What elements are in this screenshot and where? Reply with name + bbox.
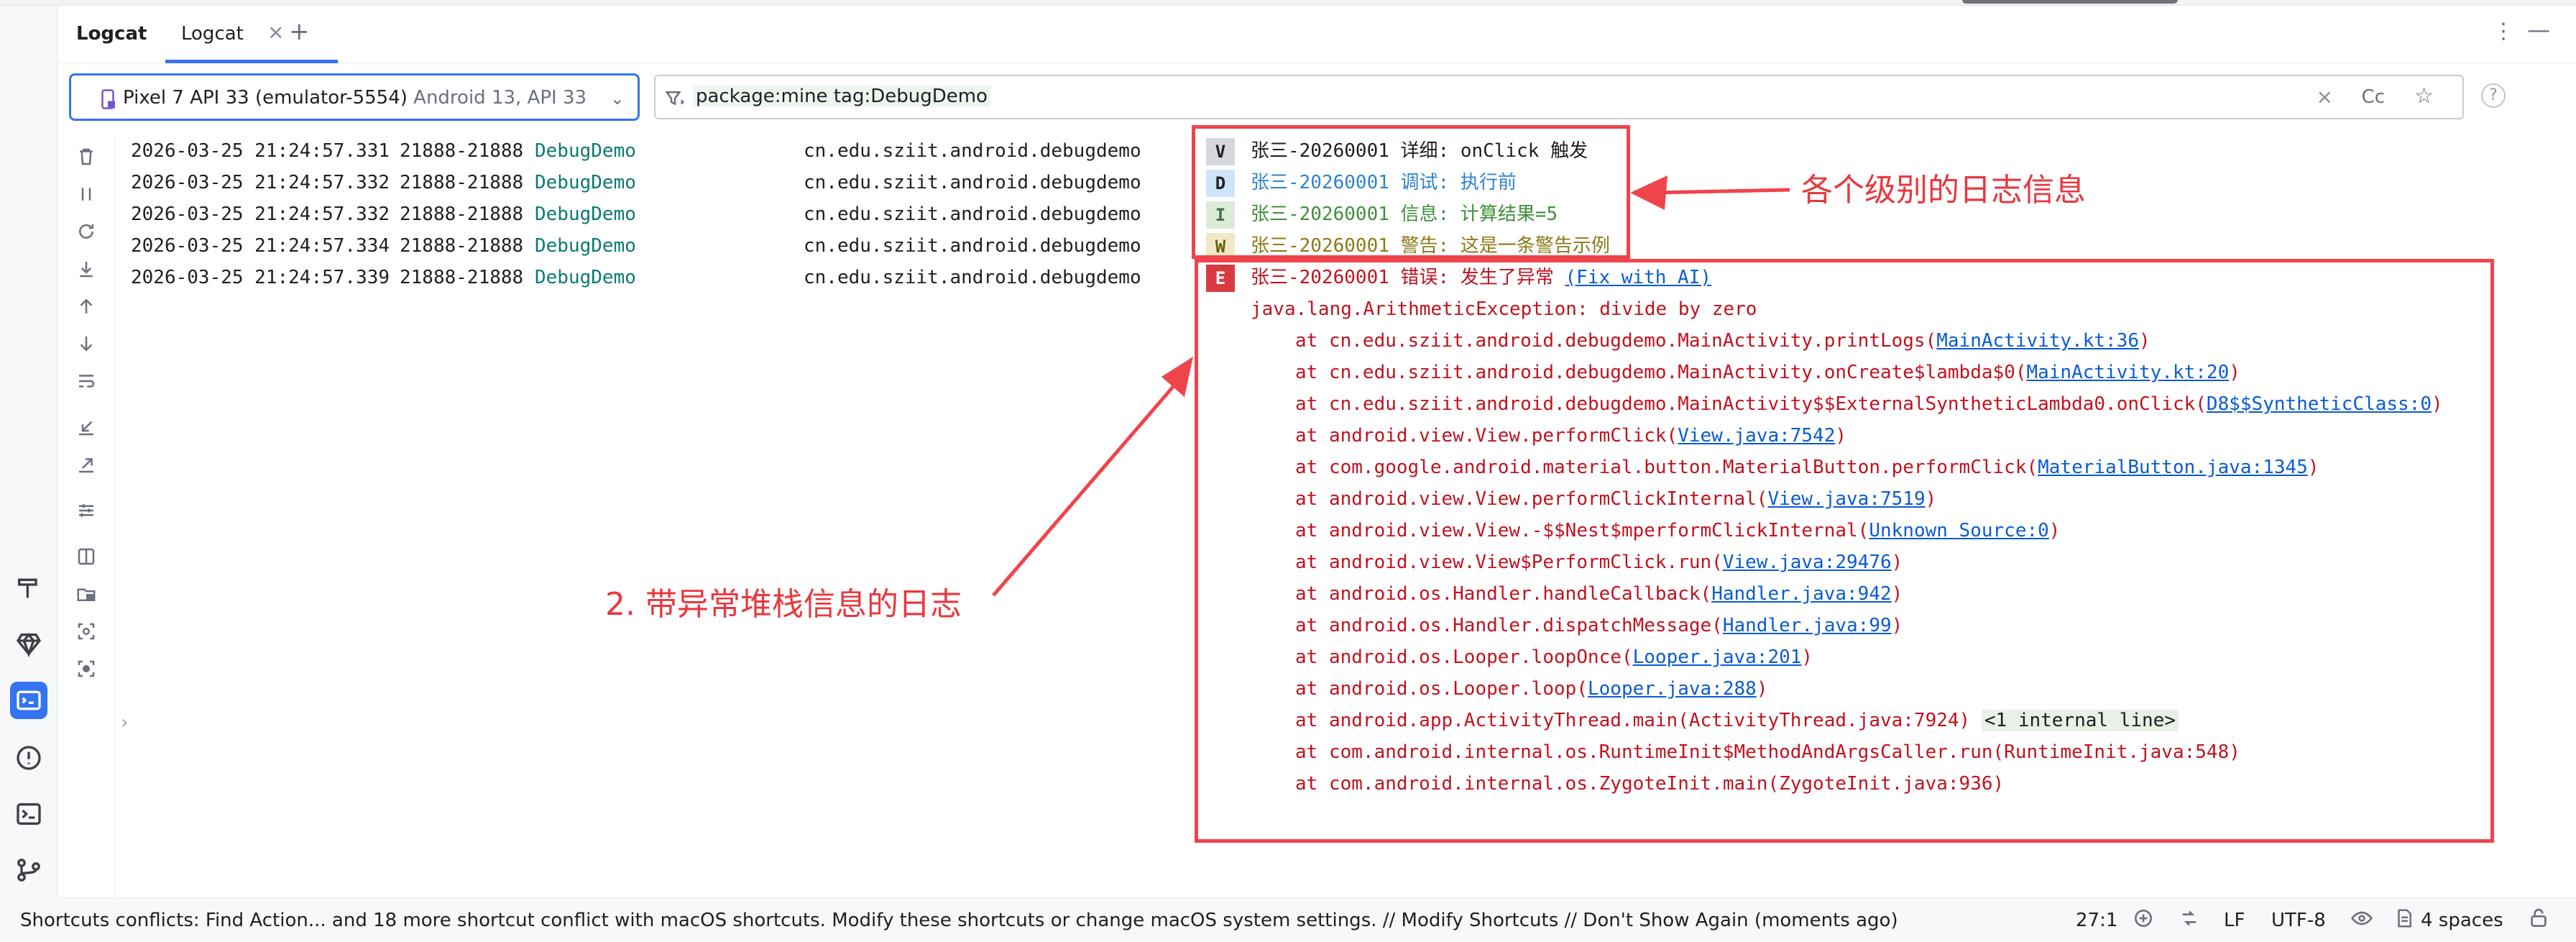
log-pid: 21888-21888 [400,140,524,162]
add-tab-icon[interactable]: + [289,17,310,46]
log-package: cn.edu.sziit.android.debugdemo [804,172,1141,193]
log-pid: 21888-21888 [400,235,524,257]
tab-logcat[interactable]: Logcat × [165,6,338,63]
log-timestamp: 2026-03-25 21:24:57.339 [131,267,390,288]
arrow-up-icon[interactable] [72,292,101,321]
chevron-down-icon: ⌄ [610,88,625,109]
phone-icon [101,89,115,109]
log-tag: DebugDemo [535,267,636,288]
log-tag: DebugDemo [535,172,636,193]
pause-icon[interactable] [72,180,101,209]
log-timestamp: 2026-03-25 21:24:57.331 [131,140,390,162]
more-options-icon[interactable]: ⋮ [2493,19,2514,44]
logcat-tool-icon[interactable] [10,682,47,719]
log-package: cn.edu.sziit.android.debugdemo [804,204,1141,225]
window-top-strip [0,0,2576,6]
match-case-toggle[interactable]: Cc [2362,86,2385,108]
log-pid: 21888-21888 [400,172,524,193]
logcat-filter-input[interactable]: package:mine tag:DebugDemo × Cc ☆ [654,75,2464,119]
line-separator[interactable]: LF [2224,910,2245,931]
log-pid: 21888-21888 [400,267,524,288]
export-icon[interactable] [72,450,101,479]
scroll-to-end-icon[interactable] [72,255,101,283]
caret-position[interactable]: 27:1 [2076,910,2117,931]
window-handle [1962,0,2178,4]
lock-icon[interactable] [2527,907,2550,935]
log-tag: DebugDemo [535,235,636,257]
minimize-icon[interactable]: — [2527,16,2550,43]
ide-tool-strip [0,6,58,897]
close-tab-icon[interactable]: × [267,20,284,44]
log-package: cn.edu.sziit.android.debugdemo [804,235,1141,257]
terminal-icon[interactable] [10,795,47,833]
soft-wrap-icon[interactable] [72,367,101,395]
build-tool-icon[interactable] [10,570,47,607]
log-tag: DebugDemo [535,140,636,162]
clear-filter-icon[interactable]: × [2317,85,2333,109]
filter-icon [665,91,685,106]
screen-record-icon[interactable] [72,654,101,683]
settings-sliders-icon[interactable] [72,496,101,525]
tab-label: Logcat [181,23,244,45]
import-icon[interactable] [72,413,101,442]
favorite-filter-icon[interactable]: ☆ [2414,83,2434,109]
logcat-toolbar [58,135,115,897]
log-pid: 21888-21888 [400,204,524,225]
restart-icon[interactable] [72,217,101,246]
log-package: cn.edu.sziit.android.debugdemo [804,267,1141,288]
git-icon[interactable] [10,851,47,889]
split-panels-icon[interactable] [72,542,101,571]
levels-highlight-box [1192,125,1630,259]
stacktrace-annotation: 2. 带异常堆栈信息的日志 [605,586,962,623]
log-timestamp: 2026-03-25 21:24:57.332 [131,204,390,225]
device-selector[interactable]: Pixel 7 API 33 (emulator-5554) Android 1… [69,73,640,121]
device-api: Android 13, API 33 [413,87,587,109]
clear-logcat-icon[interactable] [72,142,101,171]
gem-icon[interactable] [10,626,47,663]
help-icon[interactable]: ? [2481,83,2506,108]
status-bar: Shortcuts conflicts: Find Action... and … [0,897,2576,942]
toolwindow-title: Logcat [76,23,147,45]
file-encoding[interactable]: UTF-8 [2271,910,2326,931]
log-tag: DebugDemo [535,204,636,225]
ai-assistant-icon[interactable] [2132,907,2155,935]
log-timestamp: 2026-03-25 21:24:57.334 [131,235,390,257]
active-tab-indicator [165,60,338,63]
log-package: cn.edu.sziit.android.debugdemo [804,140,1141,162]
levels-annotation: 各个级别的日志信息 [1801,172,2086,209]
indent-setting[interactable]: 4 spaces [2421,910,2503,931]
stacktrace-highlight-box [1195,259,2494,843]
screenshot-icon[interactable] [72,617,101,646]
problems-icon[interactable] [10,739,47,777]
log-timestamp: 2026-03-25 21:24:57.332 [131,172,390,193]
readonly-eye-icon[interactable] [2350,907,2373,935]
folder-icon[interactable] [72,580,101,608]
logcat-title-bar: Logcat Logcat × + ⋮ — [58,6,2576,63]
status-message[interactable]: Shortcuts conflicts: Find Action... and … [20,910,1898,931]
indent-file-icon [2393,907,2415,935]
filter-query-text: package:mine tag:DebugDemo [693,86,990,107]
device-name: Pixel 7 API 33 (emulator-5554) [123,87,408,109]
vcs-changes-icon[interactable] [2178,907,2201,935]
arrow-down-icon[interactable] [72,329,101,358]
